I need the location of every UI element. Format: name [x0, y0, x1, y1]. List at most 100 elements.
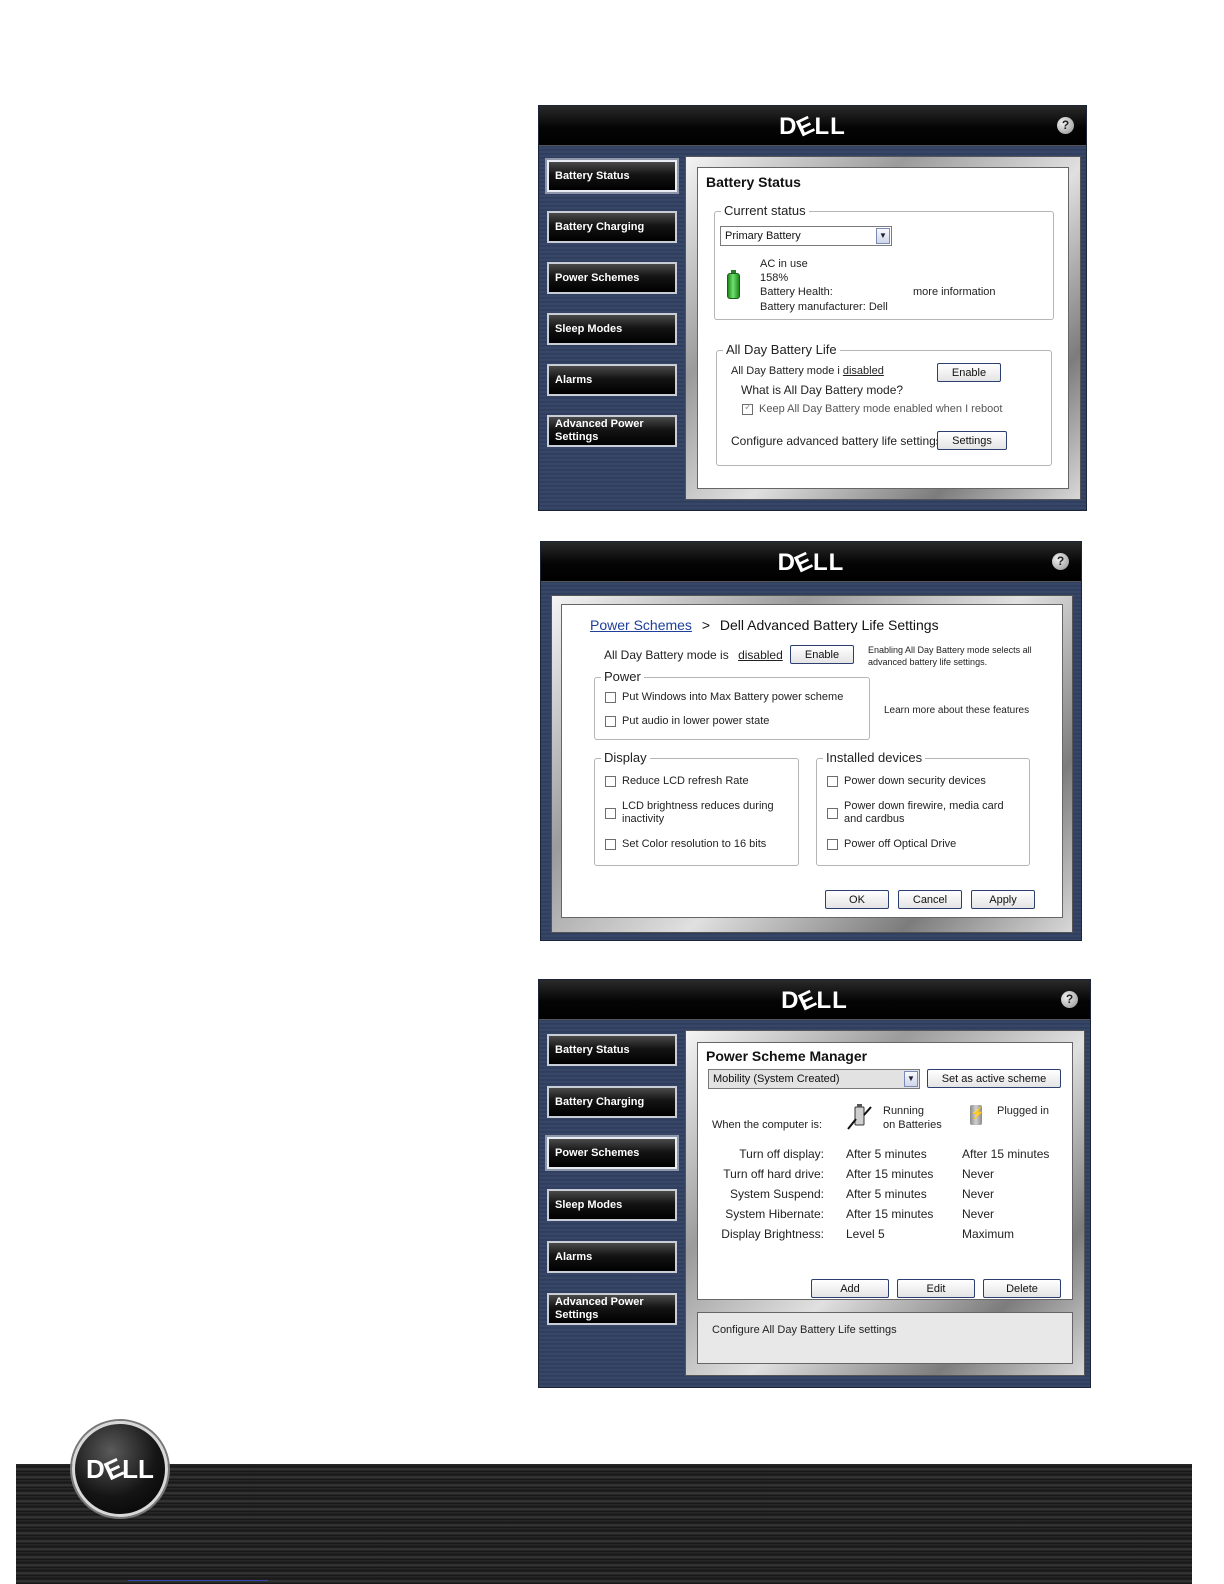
row-battery-value: Level 5 — [846, 1227, 885, 1241]
row-plugged-value: Never — [962, 1167, 995, 1181]
mode-state: disabled — [738, 648, 783, 662]
lcd-brightness-label: LCD brightness reduces during inactivity — [622, 800, 774, 825]
plug-icon — [970, 1105, 985, 1125]
nav-sleep-modes[interactable]: Sleep Modes — [547, 1189, 677, 1221]
what-is-all-day-link[interactable]: What is All Day Battery mode? — [741, 383, 903, 397]
breadcrumb: Power Schemes > Dell Advanced Battery Li… — [590, 617, 939, 633]
color-resolution-label: Set Color resolution to 16 bits — [622, 838, 767, 850]
nav-power-schemes[interactable]: Power Schemes — [547, 262, 677, 294]
battery-manufacturer: Battery manufacturer: Dell — [760, 301, 888, 313]
panel-title: Battery Status — [706, 174, 801, 190]
chevron-down-icon[interactable]: ▼ — [876, 228, 890, 244]
keep-enabled-checkbox[interactable] — [742, 402, 753, 415]
power-group: Power Put Windows into Max Battery power… — [594, 669, 870, 740]
enable-button[interactable]: Enable — [937, 363, 1001, 382]
chevron-down-icon[interactable]: ▼ — [904, 1071, 918, 1087]
nav-alarms[interactable]: Alarms — [547, 364, 677, 396]
delete-button[interactable]: Delete — [983, 1279, 1061, 1298]
put-windows-checkbox[interactable] — [605, 692, 616, 703]
cancel-button[interactable]: Cancel — [898, 890, 962, 909]
learn-more-link[interactable]: Learn more about these features — [884, 705, 1029, 716]
row-plugged-value: After 15 minutes — [962, 1147, 1050, 1161]
nav-sleep-modes[interactable]: Sleep Modes — [547, 313, 677, 345]
current-status-legend: Current status — [721, 203, 809, 218]
current-status-group: Current status Primary Battery ▼ AC in us… — [714, 203, 1054, 320]
help-icon[interactable]: ? — [1061, 991, 1078, 1008]
row-label: System Hibernate: — [725, 1207, 824, 1221]
battery-percent: 158% — [760, 272, 789, 284]
installed-devices-legend: Installed devices — [823, 750, 926, 765]
running-line2: on Batteries — [883, 1119, 942, 1131]
add-button[interactable]: Add — [811, 1279, 889, 1298]
window-header: DELL ? — [541, 542, 1081, 582]
panel-title: Power Scheme Manager — [706, 1048, 868, 1064]
color-resolution-checkbox[interactable] — [605, 839, 616, 850]
footer-bar — [16, 1464, 1192, 1584]
configure-panel: Configure All Day Battery Life settings — [697, 1312, 1073, 1364]
window-header: DELL ? — [539, 980, 1090, 1020]
put-windows-label: Put Windows into Max Battery power schem… — [622, 691, 844, 703]
breadcrumb-power-schemes-link[interactable]: Power Schemes — [590, 617, 692, 633]
nav-advanced-power-settings[interactable]: Advanced Power Settings — [547, 1293, 677, 1325]
lcd-brightness-checkbox[interactable] — [605, 808, 616, 819]
installed-devices-group: Installed devices Power down security de… — [816, 750, 1030, 866]
scheme-select[interactable]: Mobility (System Created) ▼ — [708, 1069, 920, 1089]
row-label: System Suspend: — [729, 1187, 824, 1201]
row-label: Display Brightness: — [721, 1227, 824, 1241]
breadcrumb-title: Dell Advanced Battery Life Settings — [719, 617, 939, 633]
nav-battery-charging[interactable]: Battery Charging — [547, 1086, 677, 1118]
running-on-batteries-icon — [847, 1104, 872, 1130]
edit-button[interactable]: Edit — [897, 1279, 975, 1298]
all-day-mode-text: All Day Battery mode i disabled — [731, 365, 884, 377]
firewire-label: Power down firewire, media card and card… — [844, 800, 1004, 825]
advanced-settings-panel: Power Schemes > Dell Advanced Battery Li… — [561, 604, 1063, 918]
battery-health-label: Battery Health: — [760, 286, 833, 298]
enable-button[interactable]: Enable — [790, 645, 854, 664]
put-audio-label: Put audio in lower power state — [622, 715, 770, 727]
display-group: Display Reduce LCD refresh Rate LCD brig… — [594, 750, 799, 866]
nav-battery-status[interactable]: Battery Status — [547, 1034, 677, 1066]
optical-drive-label: Power off Optical Drive — [844, 838, 957, 850]
row-battery-value: After 15 minutes — [846, 1167, 934, 1181]
row-label: Turn off display: — [739, 1147, 824, 1161]
reduce-lcd-checkbox[interactable] — [605, 776, 616, 787]
power-legend: Power — [601, 669, 644, 684]
put-audio-checkbox[interactable] — [605, 716, 616, 727]
row-plugged-value: Never — [962, 1207, 995, 1221]
plugged-in-label: Plugged in — [997, 1105, 1049, 1117]
firewire-checkbox[interactable] — [827, 808, 838, 819]
security-devices-checkbox[interactable] — [827, 776, 838, 787]
set-active-scheme-button[interactable]: Set as active scheme — [927, 1069, 1061, 1088]
nav-advanced-power-settings[interactable]: Advanced Power Settings — [547, 415, 677, 447]
security-devices-label: Power down security devices — [844, 775, 986, 787]
mode-state: disabled — [842, 365, 884, 377]
optical-drive-checkbox[interactable] — [827, 839, 838, 850]
dell-logo: DELL — [781, 984, 848, 1017]
ok-button[interactable]: OK — [825, 890, 889, 909]
row-battery-value: After 5 minutes — [846, 1147, 927, 1161]
power-scheme-manager-window: DELL ? Battery Status Battery Charging P… — [538, 979, 1091, 1388]
row-plugged-value: Never — [962, 1187, 995, 1201]
nav-battery-charging[interactable]: Battery Charging — [547, 211, 677, 243]
apply-button[interactable]: Apply — [971, 890, 1035, 909]
configure-all-day-link[interactable]: Configure All Day Battery Life settings — [712, 1324, 897, 1336]
display-legend: Display — [601, 750, 650, 765]
running-line1: Running — [883, 1105, 924, 1117]
nav-battery-status[interactable]: Battery Status — [547, 160, 677, 192]
row-plugged-value: Maximum — [962, 1227, 1015, 1241]
nav-power-schemes[interactable]: Power Schemes — [547, 1137, 677, 1169]
dell-logo: DELL — [777, 546, 845, 579]
settings-button[interactable]: Settings — [937, 431, 1007, 450]
battery-status-window: DELL ? Battery Status Battery Charging P… — [538, 105, 1087, 511]
row-label: Turn off hard drive: — [723, 1167, 824, 1181]
dell-logo: DELL — [779, 110, 846, 143]
configure-text: Configure advanced battery life settings — [731, 434, 942, 448]
row-battery-value: After 5 minutes — [846, 1187, 927, 1201]
nav-alarms[interactable]: Alarms — [547, 1241, 677, 1273]
help-icon[interactable]: ? — [1052, 553, 1069, 570]
breadcrumb-separator: > — [701, 617, 711, 633]
advanced-settings-window: DELL ? Power Schemes > Dell Advanced Bat… — [540, 541, 1082, 941]
help-icon[interactable]: ? — [1057, 117, 1074, 134]
more-information-link[interactable]: more information — [913, 286, 996, 298]
battery-select[interactable]: Primary Battery ▼ — [720, 226, 892, 246]
